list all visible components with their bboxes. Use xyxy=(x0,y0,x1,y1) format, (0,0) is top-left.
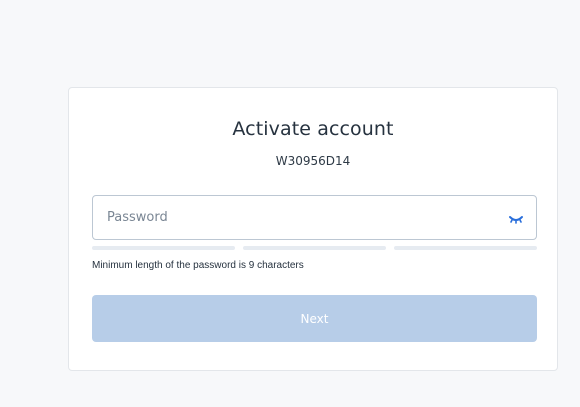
strength-segment xyxy=(394,246,537,250)
next-button[interactable]: Next xyxy=(92,295,537,342)
page-title: Activate account xyxy=(232,118,394,140)
strength-segment xyxy=(243,246,386,250)
password-hint: Minimum length of the password is 9 char… xyxy=(92,260,304,271)
password-input[interactable] xyxy=(107,196,487,239)
password-strength-meter xyxy=(92,246,537,250)
strength-segment xyxy=(92,246,235,250)
account-id: W30956D14 xyxy=(275,154,351,168)
activate-account-card: Activate account W30956D14 Minimum lengt… xyxy=(68,87,558,371)
eye-closed-icon[interactable] xyxy=(508,211,524,225)
password-field-wrapper xyxy=(92,195,537,240)
